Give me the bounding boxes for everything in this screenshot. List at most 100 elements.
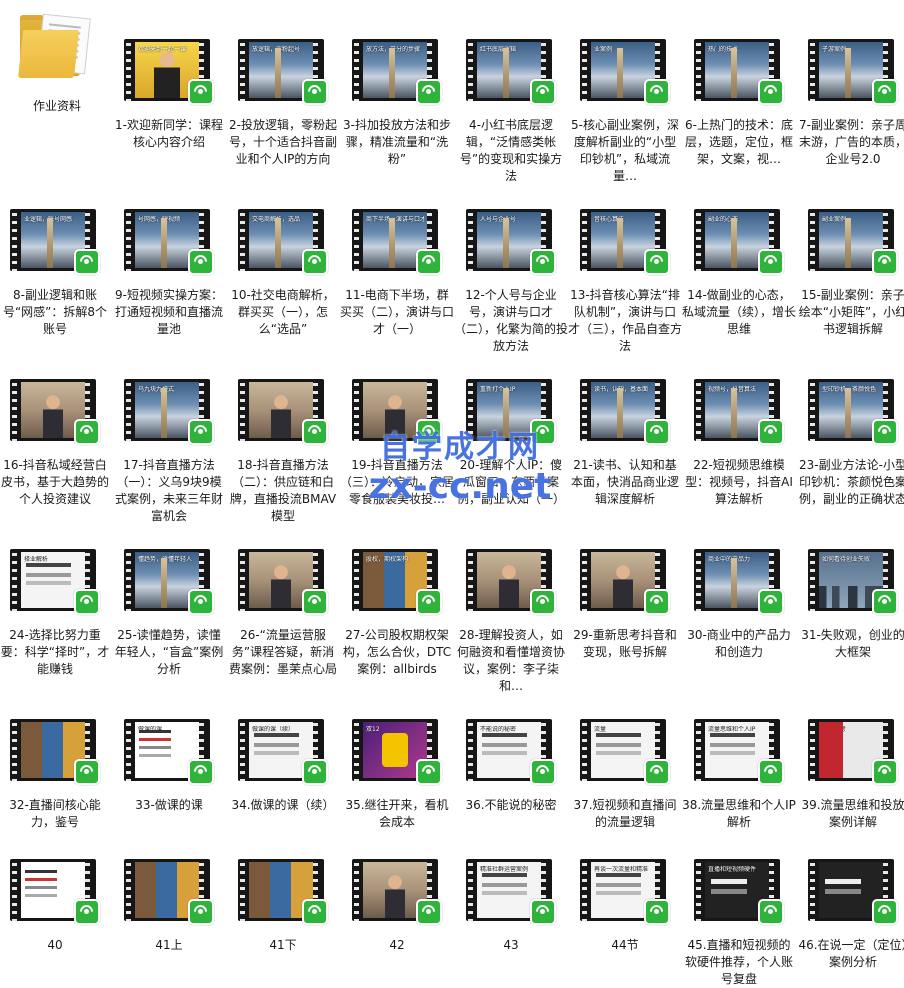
player-app-badge-icon: [758, 589, 784, 615]
video-thumbnail: 如何看待创业失败: [808, 547, 898, 615]
video-thumbnail: 子游案例: [808, 37, 898, 105]
player-app-badge-icon: [416, 759, 442, 785]
video-file-label: 23-副业方法论-小型印钞机：茶颜悦色案例，副业的正确状态: [798, 458, 904, 506]
video-file-label: 1-欢迎新同学：课程核心内容介绍: [115, 118, 223, 149]
video-thumbnail: 号网感，短视频: [124, 207, 214, 275]
video-file-label: 13-抖音核心算法“排队机制”，演讲与口才（三），作品自查方法: [568, 288, 682, 353]
player-app-badge-icon: [302, 899, 328, 925]
player-app-badge-icon: [188, 79, 214, 105]
folder-icon: [18, 12, 96, 78]
thumbnail-caption: 副业的心态: [708, 216, 739, 223]
video-thumbnail: 热门的技术: [694, 37, 784, 105]
video-thumbnail: 副业案例: [808, 207, 898, 275]
video-thumbnail: 业逻辑，账号网感: [10, 207, 100, 275]
video-thumbnail: [352, 857, 442, 925]
video-file-label: 38.流量思维和个人IP解析: [682, 798, 796, 829]
video-thumbnail: [352, 377, 442, 445]
thumbnail-caption: 流量思维和个人IP: [708, 726, 756, 733]
video-file-label: 6-上热门的技术：底层，选题，定位，框架，文案，视…: [684, 118, 793, 166]
thumbnail-caption: 放逻辑，零粉起号: [252, 46, 301, 53]
thumbnail-caption: 流量思考: [822, 726, 847, 733]
video-file-label: 18-抖音直播方法（二）：供应链和白牌，直播投流BMAV模型: [229, 458, 337, 523]
video-thumbnail: [238, 377, 328, 445]
thumbnail-caption: 商下半场，演讲与口才: [366, 216, 424, 223]
video-file-label: 35.继往开来，看机会成本: [345, 798, 449, 829]
thumbnail-caption: 红书底层逻辑: [480, 46, 517, 53]
video-thumbnail: 做课的课: [124, 717, 214, 785]
player-app-badge-icon: [872, 759, 898, 785]
video-file-label: 20-理解个人IP：傻瓜窗口，东西子案例，副业认知（一）: [456, 458, 565, 506]
player-app-badge-icon: [416, 79, 442, 105]
video-thumbnail: 精准社群运营案例: [466, 857, 556, 925]
video-file-label: 21-读书、认知和基本面，快消品商业逻辑深度解析: [570, 458, 679, 506]
thumbnail-caption: 音核心算法: [594, 216, 625, 223]
video-file-label: 44节: [611, 938, 639, 952]
thumbnail-caption: 视频号，抖音算法: [708, 386, 757, 393]
video-file-label: 29-重新思考抖音和变现，账号拆解: [573, 628, 677, 659]
player-app-badge-icon: [872, 589, 898, 615]
player-app-badge-icon: [644, 249, 670, 275]
thumbnail-caption: 放方法，开分的步骤: [366, 46, 421, 53]
thumbnail-caption: 号网感，短视频: [138, 216, 181, 223]
player-app-badge-icon: [644, 589, 670, 615]
video-thumbnail: 择业解析: [10, 547, 100, 615]
player-app-badge-icon: [416, 899, 442, 925]
player-app-badge-icon: [302, 419, 328, 445]
video-thumbnail: 音核心算法: [580, 207, 670, 275]
video-thumbnail: 重新打个人IP: [466, 377, 556, 445]
file-grid: 作业资料 欢迎来到一起一课 1-欢迎新同学：课程核心内容介绍 放逻辑，零粉起号 2-投放…: [0, 0, 904, 986]
video-thumbnail: [580, 547, 670, 615]
thumbnail-caption: 再谈一次流量和精准: [594, 866, 649, 873]
video-file-label: 9-短视频实操方案：打通短视频和直播流量池: [114, 288, 223, 336]
video-thumbnail: 人号与企业号: [466, 207, 556, 275]
video-thumbnail: 欢迎来到一起一课: [124, 37, 214, 105]
thumbnail-caption: 副业案例: [822, 216, 847, 223]
player-app-badge-icon: [644, 79, 670, 105]
thumbnail-caption: 欢迎来到一起一课: [138, 46, 187, 53]
player-app-badge-icon: [74, 589, 100, 615]
video-thumbnail: 商下半场，演讲与口才: [352, 207, 442, 275]
video-file-label: 41上: [155, 938, 183, 952]
player-app-badge-icon: [302, 589, 328, 615]
thumbnail-caption: 业逻辑，账号网感: [24, 216, 73, 223]
thumbnail-caption: 乌九块九模式: [138, 386, 175, 393]
video-thumbnail: 双12: [352, 717, 442, 785]
video-file-label: 27-公司股权期权架构，怎么合伙，DTC案例：allbirds: [342, 628, 452, 676]
thumbnail-caption: 子游案例: [822, 46, 847, 53]
player-app-badge-icon: [74, 899, 100, 925]
player-app-badge-icon: [530, 79, 556, 105]
player-app-badge-icon: [188, 589, 214, 615]
player-app-badge-icon: [644, 419, 670, 445]
thumbnail-caption: 做课的课（续）: [252, 726, 295, 733]
player-app-badge-icon: [302, 249, 328, 275]
video-thumbnail: [808, 857, 898, 925]
thumbnail-caption: 人号与企业号: [480, 216, 517, 223]
video-thumbnail: [10, 857, 100, 925]
player-app-badge-icon: [530, 249, 556, 275]
player-app-badge-icon: [530, 759, 556, 785]
thumbnail-caption: 流量: [594, 726, 607, 733]
video-thumbnail: 流量: [580, 717, 670, 785]
player-app-badge-icon: [872, 79, 898, 105]
video-file-label: 10-社交电商解析，群买买（一），怎么“选品”: [231, 288, 335, 336]
video-file-label: 7-副业案例：亲子周末游，广告的本质，企业号2.0: [798, 118, 904, 166]
video-thumbnail: [466, 547, 556, 615]
video-file-label: 31-失败观，创业的大框架: [801, 628, 904, 659]
video-file-label: 33-做课的课: [135, 798, 203, 812]
video-file-label: 22-短视频思维模型：视频号，抖音AI算法解析: [685, 458, 793, 506]
video-file-label: 43: [503, 938, 519, 952]
video-thumbnail: 直播和短视频硬件: [694, 857, 784, 925]
video-file-label: 19-抖音直播方法（三）：冷启动，家居零食服装美妆投…: [340, 458, 454, 506]
player-app-badge-icon: [188, 249, 214, 275]
thumbnail-caption: 懂趋势，读懂年轻人: [138, 556, 193, 563]
video-file-label: 5-核心副业案例，深度解析副业的“小型印钞机”，私域流量…: [571, 118, 679, 183]
player-app-badge-icon: [416, 589, 442, 615]
thumbnail-caption: 热门的技术: [708, 46, 739, 53]
thumbnail-caption: 业案例: [594, 46, 613, 53]
video-file-label: 32-直播间核心能力，鉴号: [9, 798, 101, 829]
video-file-label: 3-抖加投放方法和步骤，精准流量和“洗粉”: [343, 118, 451, 166]
video-thumbnail: 懂趋势，读懂年轻人: [124, 547, 214, 615]
video-file-label: 2-投放逻辑，零粉起号，十个适合抖音副业和个人IP的方向: [228, 118, 337, 166]
folder-label: 作业资料: [32, 99, 81, 113]
thumbnail-caption: 直播和短视频硬件: [708, 866, 757, 873]
